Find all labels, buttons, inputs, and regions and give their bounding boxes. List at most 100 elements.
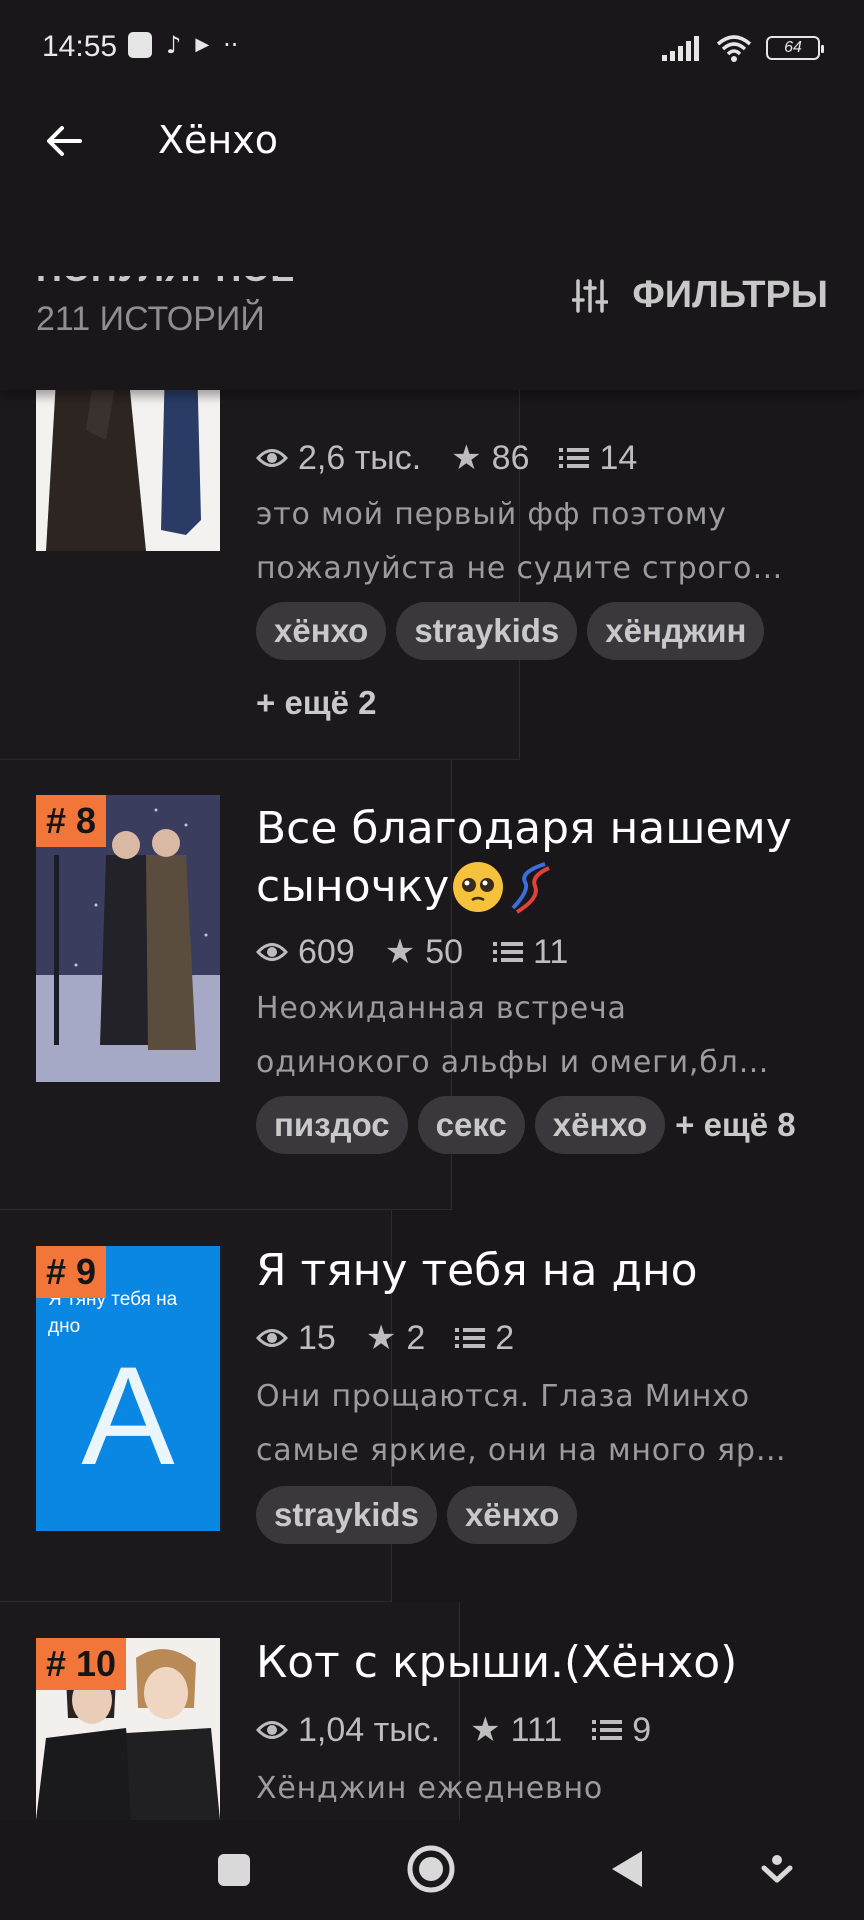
description-line: Неожиданная встреча: [256, 991, 627, 1026]
status-bar: 14:55 ♪ ▶ ·· 64: [0, 0, 864, 96]
home-circle-icon[interactable]: [406, 1844, 456, 1894]
views-count: 1,04 тыс.: [298, 1710, 441, 1749]
description-line: самые яркие, они на много яр…: [256, 1433, 787, 1468]
chapters-stat: 9: [592, 1711, 651, 1750]
star-icon: ★: [384, 933, 416, 971]
tag-chip[interactable]: пиздос: [256, 1096, 408, 1154]
stars-count: 111: [510, 1710, 563, 1749]
stars-stat: ★ 111: [470, 1710, 562, 1750]
list-icon: [493, 942, 524, 962]
system-icons: 64: [662, 34, 824, 62]
list-icon: [592, 1720, 623, 1740]
battery-icon: 64: [766, 36, 824, 60]
views-stat: 15: [256, 1319, 336, 1358]
story-title[interactable]: Я тяну тебя на дно: [256, 1242, 844, 1300]
description-line: это мой первый фф поэтому: [256, 497, 727, 532]
list-icon: [559, 448, 590, 468]
tiktok-icon: ♪: [166, 31, 182, 59]
more-tags-button[interactable]: + ещё 2: [256, 674, 377, 732]
story-cover[interactable]: # 10: [36, 1638, 220, 1820]
chapters-count: 9: [632, 1710, 652, 1749]
tag-chip[interactable]: секс: [417, 1096, 525, 1154]
battery-level: 64: [784, 39, 802, 56]
story-title[interactable]: Кот с крыши.(Хёнхо): [256, 1634, 844, 1692]
chapters-count: 2: [495, 1318, 515, 1357]
hide-navbar-icon[interactable]: [760, 1852, 794, 1886]
cover-letter: A: [81, 1337, 175, 1494]
story-count: 211 ИСТОРИЙ: [36, 300, 265, 338]
title-line: Кот с крыши.(Хёнхо): [256, 1637, 738, 1688]
views-stat: 609: [256, 933, 355, 972]
chapters-count: 14: [599, 438, 638, 477]
back-triangle-icon[interactable]: [608, 1848, 648, 1890]
filter-sliders-icon: [572, 278, 609, 313]
title-line-with-emoji: сыночку: [256, 858, 844, 916]
story-description: Они прощаются. Глаза Минхо самые яркие, …: [256, 1370, 816, 1478]
story-cover[interactable]: # 8: [36, 795, 220, 1082]
more-tags-button[interactable]: + ещё 8: [675, 1106, 796, 1144]
chapters-count: 11: [533, 932, 569, 971]
description-line: Хёнджин ежедневно: [256, 1771, 604, 1806]
views-stat: 2,6 тыс.: [256, 439, 421, 478]
tag-list: пиздос секс хёнхо + ещё 8: [256, 1096, 844, 1154]
app-notification-icon: [128, 32, 152, 58]
tag-chip[interactable]: хёнхо: [256, 602, 387, 660]
stars-count: 50: [425, 932, 464, 971]
eye-icon: [256, 449, 288, 467]
tag-chip[interactable]: хёнхо: [534, 1096, 666, 1154]
star-icon: ★: [470, 1711, 501, 1749]
wifi-icon: [716, 35, 752, 62]
notification-icons: ♪ ▶ ··: [128, 32, 238, 58]
story-stats: 15 ★ 2 2: [256, 1318, 544, 1358]
eye-icon: [256, 943, 288, 961]
description-line: одинокого альфы и омеги,бл…: [256, 1045, 770, 1080]
title-line: Я тяну тебя на дно: [256, 1245, 698, 1296]
filters-label: ФИЛЬТРЫ: [632, 274, 828, 316]
title-line: Все благодаря нашему: [256, 803, 792, 854]
stars-count: 2: [406, 1318, 426, 1357]
recents-square-icon[interactable]: [216, 1852, 252, 1888]
stars-stat: ★ 2: [366, 1318, 425, 1358]
dna-emoji-icon: [511, 862, 551, 914]
back-arrow-icon[interactable]: [40, 116, 90, 166]
stars-stat: ★ 86: [451, 438, 529, 478]
signal-icon: [662, 36, 699, 61]
views-count: 2,6 тыс.: [298, 438, 422, 477]
story-card[interactable]: Я тяну тебя на дно A # 9 Я тяну тебя на …: [0, 1210, 864, 1602]
tag-chip[interactable]: хёнхо: [446, 1486, 578, 1544]
tag-chip[interactable]: хёнджин: [587, 602, 765, 660]
star-icon: ★: [451, 439, 482, 477]
tag-chip[interactable]: straykids: [396, 602, 578, 660]
star-icon: ★: [365, 1319, 397, 1357]
chapters-stat: 2: [455, 1319, 514, 1358]
page-title: Хёнхо: [158, 118, 278, 162]
story-title[interactable]: Все благодаря нашему сыночку: [256, 800, 844, 916]
story-card[interactable]: # 8 Все благодаря нашему сыночку 609 ★ 5…: [0, 760, 864, 1210]
pleading-face-emoji-icon: [453, 862, 504, 912]
views-count: 15: [298, 1318, 336, 1357]
eye-icon: [256, 1329, 288, 1347]
more-dots-icon: ··: [223, 31, 239, 59]
description-line: пожалуйста не судите строго…: [256, 551, 784, 586]
tag-chip[interactable]: straykids: [256, 1486, 437, 1544]
story-card[interactable]: # 10 Кот с крыши.(Хёнхо) 1,04 тыс. ★ 111…: [0, 1602, 864, 1820]
play-icon: ▶: [195, 34, 210, 55]
cover-image: [36, 390, 220, 551]
story-cover[interactable]: [36, 390, 220, 551]
tag-list: straykids хёнхо: [256, 1486, 844, 1544]
filters-button[interactable]: ФИЛЬТРЫ: [572, 274, 828, 317]
rank-badge: # 8: [36, 795, 107, 847]
story-description: это мой первый фф поэтому пожалуйста не …: [256, 488, 816, 596]
views-count: 609: [298, 932, 355, 971]
app-bar: Хёнхо: [0, 96, 864, 276]
story-cover[interactable]: Я тяну тебя на дно A # 9: [36, 1246, 220, 1531]
status-time: 14:55: [42, 30, 118, 63]
story-card[interactable]: 2,6 тыс. ★ 86 14 это мой первый фф поэто…: [0, 390, 864, 760]
rank-badge: # 10: [36, 1638, 127, 1690]
story-description: Хёнджин ежедневно: [256, 1762, 816, 1816]
chapters-stat: 11: [493, 933, 568, 972]
rank-badge: # 9: [36, 1246, 107, 1298]
tag-list: хёнхо straykids хёнджин + ещё 2: [256, 602, 844, 732]
description-line: Они прощаются. Глаза Минхо: [256, 1379, 750, 1414]
views-stat: 1,04 тыс.: [256, 1711, 440, 1750]
